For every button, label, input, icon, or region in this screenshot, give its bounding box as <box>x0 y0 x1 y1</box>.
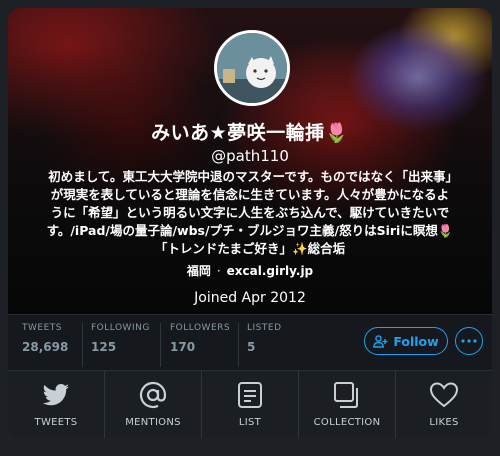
more-button[interactable] <box>455 327 483 355</box>
stat-followers[interactable]: FOLLOWERS 170 <box>160 323 230 367</box>
bird-icon <box>42 384 69 406</box>
stat-label: FOLLOWERS <box>170 323 231 333</box>
tab-list[interactable]: LIST <box>201 371 298 438</box>
stat-label: LISTED <box>247 323 282 333</box>
tab-label: LIKES <box>429 417 459 428</box>
tab-mentions[interactable]: MENTIONS <box>104 371 201 438</box>
stat-listed[interactable]: LISTED 5 <box>238 323 282 367</box>
at-icon <box>139 381 167 409</box>
profile-card: みいあ★夢咲一輪挿🌷 @path110 初めまして。東工大大学院中退のマスターで… <box>8 8 492 438</box>
stat-tweets[interactable]: TWEETS 28,698 <box>22 323 68 367</box>
meta-separator: · <box>216 264 221 278</box>
display-name: みいあ★夢咲一輪挿🌷 <box>151 122 349 144</box>
stat-value: 28,698 <box>22 340 69 354</box>
joined-date: Joined Apr 2012 <box>194 290 306 306</box>
stat-following[interactable]: FOLLOWING 125 <box>82 323 150 367</box>
tab-likes[interactable]: LIKES <box>395 371 492 438</box>
tab-tweets[interactable]: TWEETS <box>8 371 104 438</box>
heart-icon <box>429 382 459 408</box>
avatar[interactable] <box>214 30 290 106</box>
tab-label: MENTIONS <box>125 417 181 428</box>
stat-label: FOLLOWING <box>91 323 150 333</box>
handle[interactable]: @path110 <box>8 147 492 165</box>
stat-label: TWEETS <box>22 323 62 333</box>
follow-label: Follow <box>393 333 439 349</box>
profile-tabs: TWEETS MENTIONS LIST COLLECTION LIKES <box>8 370 492 438</box>
stat-value: 170 <box>170 340 196 354</box>
more-icon <box>461 339 477 343</box>
avatar-image <box>217 33 287 103</box>
follow-button[interactable]: Follow <box>364 327 448 355</box>
tab-label: TWEETS <box>34 417 78 428</box>
stats-bar: TWEETS 28,698 FOLLOWING 125 FOLLOWERS 17… <box>8 314 492 371</box>
add-user-icon <box>373 334 388 348</box>
list-icon <box>238 382 262 408</box>
tab-label: LIST <box>238 417 262 428</box>
stat-value: 5 <box>247 340 256 354</box>
stat-value: 125 <box>91 340 117 354</box>
profile-meta: 福岡 · excal.girly.jp <box>8 262 492 279</box>
tab-collection[interactable]: COLLECTION <box>298 371 395 438</box>
location: 福岡 <box>186 264 211 278</box>
tab-label: COLLECTION <box>313 417 381 428</box>
profile-url[interactable]: excal.girly.jp <box>227 264 313 278</box>
bio: 初めまして。東工大大学院中退のマスターです。ものではなく「出来事」が現実を表して… <box>46 169 454 256</box>
collection-icon <box>334 382 358 408</box>
profile-banner: みいあ★夢咲一輪挿🌷 @path110 初めまして。東工大大学院中退のマスターで… <box>8 8 492 314</box>
